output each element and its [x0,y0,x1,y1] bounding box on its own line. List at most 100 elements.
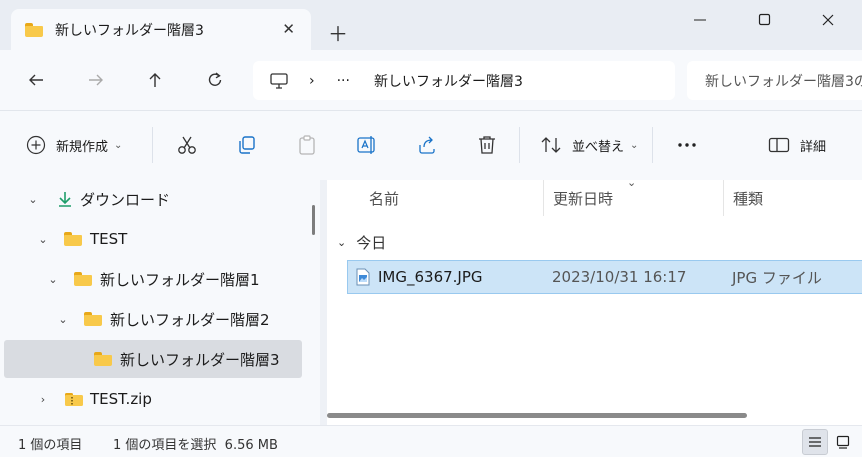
status-item-count: 1 個の項目 [18,438,83,453]
file-type: JPG ファイル [732,268,822,287]
file-name: IMG_6367.JPG [378,268,483,286]
close-icon [822,14,834,26]
sort-indicator-icon: ⌄ [627,176,637,189]
breadcrumb-chevron-icon[interactable]: › [309,73,315,89]
copy-icon [239,136,255,154]
address-bar[interactable]: › ··· 新しいフォルダー階層3 [253,61,675,100]
file-list: 名前 更新日時 ⌄ 種類 ⌄ 今日 IMG_6367.JPG 2023/10/3… [327,176,862,425]
arrow-up-icon [149,73,161,87]
status-selection: 1 個の項目を選択 6.56 MB [113,438,278,453]
search-input[interactable]: 新しいフォルダー階層3の検索 [687,61,862,100]
sort-icon [541,137,561,153]
maximize-icon [758,13,771,26]
share-icon [419,136,435,154]
tree-item-label: 新しいフォルダー階層1 [100,270,260,289]
column-divider[interactable] [723,180,724,216]
folder-icon [25,23,43,37]
arrow-left-icon [29,74,43,86]
tiles-view-icon [836,435,850,449]
up-button[interactable] [143,68,167,92]
rename-button[interactable] [356,130,378,160]
more-icon [678,143,696,147]
zip-folder-icon [65,393,83,406]
folder-icon [84,312,102,326]
group-header-today[interactable]: ⌄ 今日 [337,232,386,253]
chevron-down-icon: ⌄ [114,139,123,151]
forward-button[interactable] [84,68,108,92]
refresh-icon [208,72,222,86]
chevron-down-icon[interactable]: ⌄ [36,233,50,246]
tree-item-label: 新しいフォルダー階層2 [110,310,270,329]
folder-icon [74,272,92,286]
column-header-modified[interactable]: 更新日時 [553,188,613,209]
tree-item-downloads[interactable]: ⌄ ダウンロード [4,180,302,218]
tiles-view-button[interactable] [830,429,856,455]
download-icon [59,192,71,207]
trash-icon [479,136,495,154]
file-row[interactable]: IMG_6367.JPG 2023/10/31 16:17 JPG ファイル [347,260,862,294]
toolbar-divider [519,127,520,163]
sort-button[interactable]: 並べ替え ⌄ [540,130,638,160]
tree-item-test[interactable]: ⌄ TEST [4,220,302,258]
cut-button[interactable] [176,130,198,160]
nav-scrollbar[interactable] [312,205,315,235]
folder-icon [94,352,112,366]
column-header-name[interactable]: 名前 [369,188,399,209]
tab-active[interactable]: 新しいフォルダー階層3 ✕ [11,9,311,51]
content-scrollbar[interactable] [327,413,747,418]
column-divider[interactable] [543,180,544,216]
computer-icon [270,72,288,89]
arrow-right-icon [89,74,103,86]
navigation-pane: ⌄ ダウンロード ⌄ TEST ⌄ 新しいフォルダー階層1 ⌄ 新しいフォルダー… [0,180,320,425]
chevron-down-icon[interactable]: ⌄ [337,236,346,249]
tab-close-icon[interactable]: ✕ [282,20,295,38]
new-button[interactable]: 新規作成 ⌄ [26,130,122,160]
details-pane-icon [768,137,790,153]
chevron-right-icon[interactable]: › [36,393,50,406]
tree-item-label: ダウンロード [80,190,171,209]
rename-icon [357,136,375,154]
close-window-button[interactable] [808,8,848,32]
scissors-icon [178,136,196,154]
folder-icon [64,232,82,246]
tree-item-folder-3[interactable]: 新しいフォルダー階層3 [4,340,302,378]
tree-item-folder-2[interactable]: ⌄ 新しいフォルダー階層2 [4,300,302,338]
plus-circle-icon [26,135,46,155]
breadcrumb-overflow-button[interactable]: ··· [337,73,350,89]
paste-button[interactable] [296,130,318,160]
list-view-icon [809,437,821,447]
status-bar: 1 個の項目 1 個の項目を選択 6.56 MB [0,425,862,457]
details-label: 詳細 [800,139,827,155]
column-header-type[interactable]: 種類 [733,188,763,209]
copy-button[interactable] [236,130,258,160]
sort-label: 並べ替え [572,139,625,155]
chevron-down-icon[interactable]: ⌄ [56,313,70,326]
share-button[interactable] [416,130,438,160]
tree-item-test-zip[interactable]: › TEST.zip [4,380,302,418]
back-button[interactable] [24,68,48,92]
details-button[interactable]: 詳細 [768,130,826,160]
maximize-button[interactable] [745,8,785,32]
tree-item-folder-1[interactable]: ⌄ 新しいフォルダー階層1 [4,260,302,298]
tree-item-label: 新しいフォルダー階層3 [120,350,280,369]
minimize-button[interactable] [680,8,720,32]
clipboard-icon [299,135,315,155]
details-view-button[interactable] [802,429,828,455]
new-label: 新規作成 [56,139,109,155]
new-tab-button[interactable]: ＋ [328,18,348,47]
more-button[interactable] [676,130,698,160]
delete-button[interactable] [476,130,498,160]
chevron-down-icon[interactable]: ⌄ [46,273,60,286]
image-file-icon [356,268,370,286]
refresh-button[interactable] [203,68,227,92]
toolbar-divider [652,127,653,163]
chevron-down-icon: ⌄ [630,139,639,151]
tree-item-label: TEST [90,230,128,248]
tab-title: 新しいフォルダー階層3 [55,23,204,39]
minimize-icon [694,19,706,21]
chevron-down-icon[interactable]: ⌄ [26,193,40,206]
file-modified: 2023/10/31 16:17 [552,268,687,286]
breadcrumb-current[interactable]: 新しいフォルダー階層3 [374,71,523,91]
toolbar-divider [152,127,153,163]
tree-item-label: TEST.zip [90,390,152,408]
